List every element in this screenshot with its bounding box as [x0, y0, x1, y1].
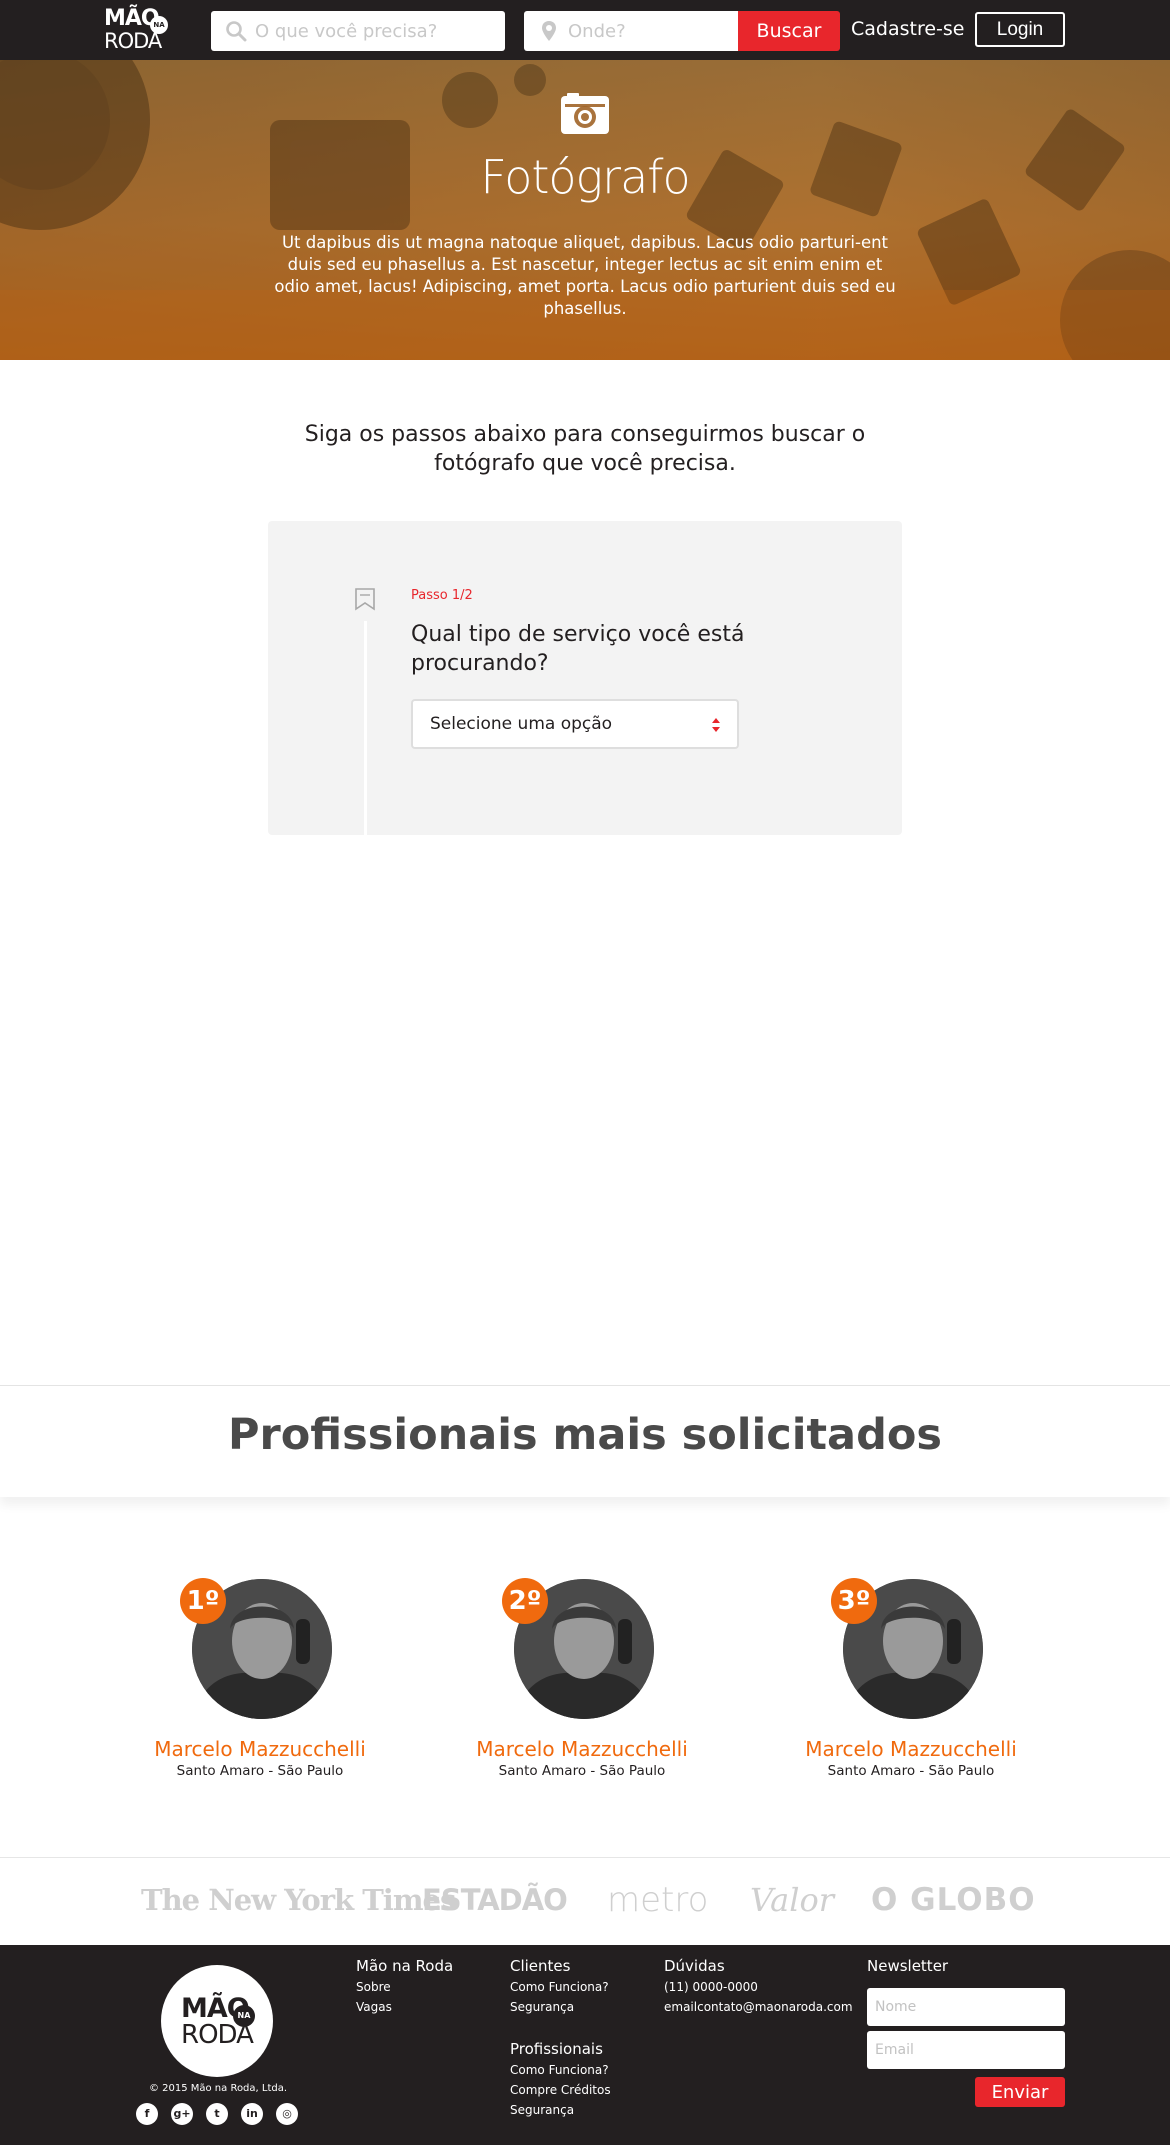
step-timeline: [364, 621, 367, 835]
professional-card-3[interactable]: 3º Marcelo Mazzucchelli Santo Amaro - Sã…: [781, 1578, 1041, 1779]
press-logo-nyt: The New York Times: [141, 1883, 456, 1917]
rank-badge: 2º: [502, 1578, 548, 1624]
professional-name[interactable]: Marcelo Mazzucchelli: [781, 1737, 1041, 1761]
instagram-icon[interactable]: ◎: [276, 2103, 298, 2125]
professional-name[interactable]: Marcelo Mazzucchelli: [452, 1737, 712, 1761]
facebook-icon[interactable]: f: [136, 2103, 158, 2125]
footer-heading-profissionais: Profissionais: [510, 2040, 603, 2058]
press-logo-valor: Valor: [750, 1881, 835, 1919]
press-logo-oglobo: O GLOBO: [871, 1882, 1036, 1918]
footer: MÃO NA RODA © 2015 Mão na Roda, Ltda. f …: [0, 1945, 1170, 2145]
bookmark-icon: [355, 588, 375, 611]
footer-link-sobre[interactable]: Sobre: [356, 1980, 391, 1994]
top-navbar: MÃO NA RODA Buscar Cadastre-se Login: [0, 0, 1170, 60]
location-field: [524, 11, 798, 51]
footer-logo[interactable]: MÃO NA RODA: [161, 1965, 273, 2077]
professional-card-2[interactable]: 2º Marcelo Mazzucchelli Santo Amaro - Sã…: [452, 1578, 712, 1779]
footer-heading-clientes: Clientes: [510, 1957, 571, 1975]
newsletter-submit-button[interactable]: Enviar: [975, 2077, 1065, 2107]
select-arrows-icon: [712, 718, 720, 732]
professional-location: Santo Amaro - São Paulo: [498, 1763, 666, 1779]
page-title: Fotógrafo: [480, 150, 690, 204]
search-field: [211, 11, 505, 51]
copyright: © 2015 Mão na Roda, Ltda.: [148, 2083, 288, 2094]
logo-line2: RODA: [104, 29, 162, 53]
signup-link[interactable]: Cadastre-se: [851, 16, 965, 42]
step-card: Passo 1/2 Qual tipo de serviço você está…: [268, 521, 902, 835]
press-logo-estadao: ESTADÃO: [422, 1883, 568, 1917]
logo[interactable]: MÃO NA RODA: [104, 8, 170, 52]
footer-phone[interactable]: (11) 0000-0000: [664, 1980, 758, 1994]
press-logo-metro: metro: [607, 1880, 709, 1920]
linkedin-icon[interactable]: in: [241, 2103, 263, 2125]
twitter-icon[interactable]: t: [206, 2103, 228, 2125]
step-question: Qual tipo de serviço você está procurand…: [411, 622, 745, 676]
steps-intro: Siga os passos abaixo para conseguirmos …: [304, 422, 866, 476]
service-type-select[interactable]: Selecione uma opção: [411, 699, 739, 749]
newsletter-name-input[interactable]: [867, 1988, 1065, 2026]
google-plus-icon[interactable]: g+: [171, 2103, 193, 2125]
step-label: Passo 1/2: [411, 588, 473, 603]
footer-link-compre-creditos[interactable]: Compre Créditos: [510, 2083, 611, 2097]
search-input[interactable]: [255, 11, 485, 51]
footer-heading-duvidas: Dúvidas: [664, 1957, 725, 1975]
press-divider: [0, 1857, 1170, 1858]
hero-banner: Fotógrafo Ut dapibus dis ut magna natoqu…: [0, 60, 1170, 360]
footer-link-prof-seguranca[interactable]: Segurança: [510, 2103, 574, 2117]
newsletter-email-input[interactable]: [867, 2031, 1065, 2069]
rank-badge: 3º: [831, 1578, 877, 1624]
hero-description: Ut dapibus dis ut magna natoque aliquet,…: [274, 233, 896, 318]
camera-icon: [561, 93, 609, 134]
professional-name[interactable]: Marcelo Mazzucchelli: [130, 1737, 390, 1761]
select-value: Selecione uma opção: [430, 714, 613, 734]
footer-link-clientes-como-funciona[interactable]: Como Funciona?: [510, 1980, 609, 1994]
footer-link-vagas[interactable]: Vagas: [356, 2000, 392, 2014]
footer-link-prof-como-funciona[interactable]: Como Funciona?: [510, 2063, 609, 2077]
professional-location: Santo Amaro - São Paulo: [176, 1763, 344, 1779]
map-pin-icon: [542, 21, 556, 41]
rank-badge: 1º: [180, 1578, 226, 1624]
login-button[interactable]: Login: [975, 12, 1065, 47]
footer-email[interactable]: emailcontato@maonaroda.com: [664, 2000, 853, 2014]
footer-heading-mao: Mão na Roda: [356, 1957, 454, 1975]
newsletter-heading: Newsletter: [867, 1957, 949, 1975]
social-links: f g+ t in ◎: [136, 2103, 306, 2127]
professional-card-1[interactable]: 1º Marcelo Mazzucchelli Santo Amaro - Sã…: [130, 1578, 390, 1779]
footer-logo-line2: RODA: [181, 2020, 254, 2050]
search-button[interactable]: Buscar: [738, 11, 840, 51]
footer-link-clientes-seguranca[interactable]: Segurança: [510, 2000, 574, 2014]
search-icon: [226, 21, 247, 42]
professionals-title: Profissionais mais solicitados: [228, 1410, 942, 1460]
professional-location: Santo Amaro - São Paulo: [827, 1763, 995, 1779]
